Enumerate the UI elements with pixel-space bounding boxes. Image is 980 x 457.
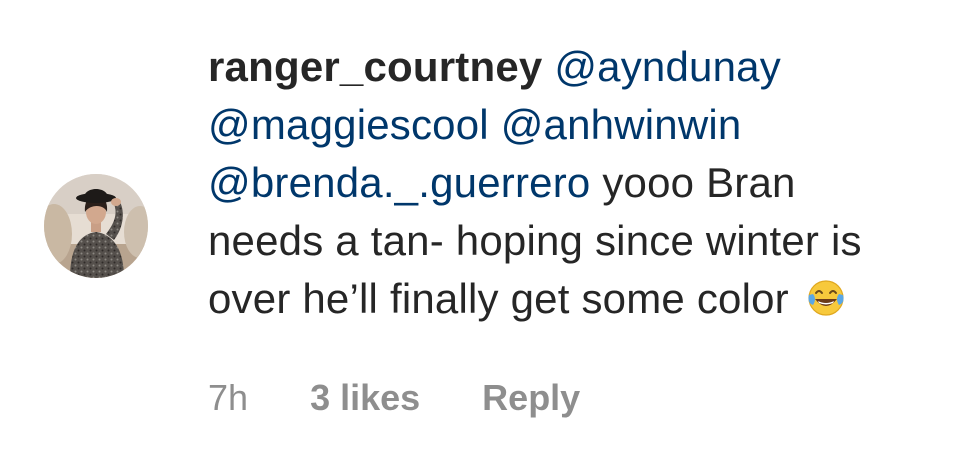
likes-count-button[interactable]: 3 likes — [310, 376, 420, 420]
avatar[interactable] — [44, 174, 148, 278]
comment-line-1: ranger_courtney @ayndunay — [208, 38, 968, 96]
comment-text-segment: over he’ll finally get some color — [208, 275, 789, 322]
comment-line-5: over he’ll finally get some color — [208, 270, 968, 328]
username-link[interactable]: ranger_courtney — [208, 43, 542, 90]
comment-text: ranger_courtney @ayndunay @maggiescool @… — [208, 38, 968, 328]
comment-timestamp[interactable]: 7h — [208, 376, 248, 420]
comment-line-2: @maggiescool @anhwinwin — [208, 96, 968, 154]
comment-line-3: @brenda._.guerrero yooo Bran — [208, 154, 968, 212]
avatar-image — [44, 174, 148, 278]
mention-link-brenda-guerrero[interactable]: @brenda._.guerrero — [208, 159, 590, 206]
mention-link-ayndunay[interactable]: @ayndunay — [554, 43, 781, 90]
comment-meta: 7h 3 likes Reply — [208, 376, 580, 420]
face-with-tears-of-joy-icon — [808, 280, 844, 316]
comment-text-segment: yooo Bran — [602, 159, 796, 206]
comment-line-4: needs a tan- hoping since winter is — [208, 217, 862, 264]
mention-link-anhwinwin[interactable]: @anhwinwin — [501, 101, 742, 148]
comment: ranger_courtney @ayndunay @maggiescool @… — [0, 0, 980, 457]
mention-link-maggiescool[interactable]: @maggiescool — [208, 101, 489, 148]
reply-button[interactable]: Reply — [482, 376, 580, 420]
